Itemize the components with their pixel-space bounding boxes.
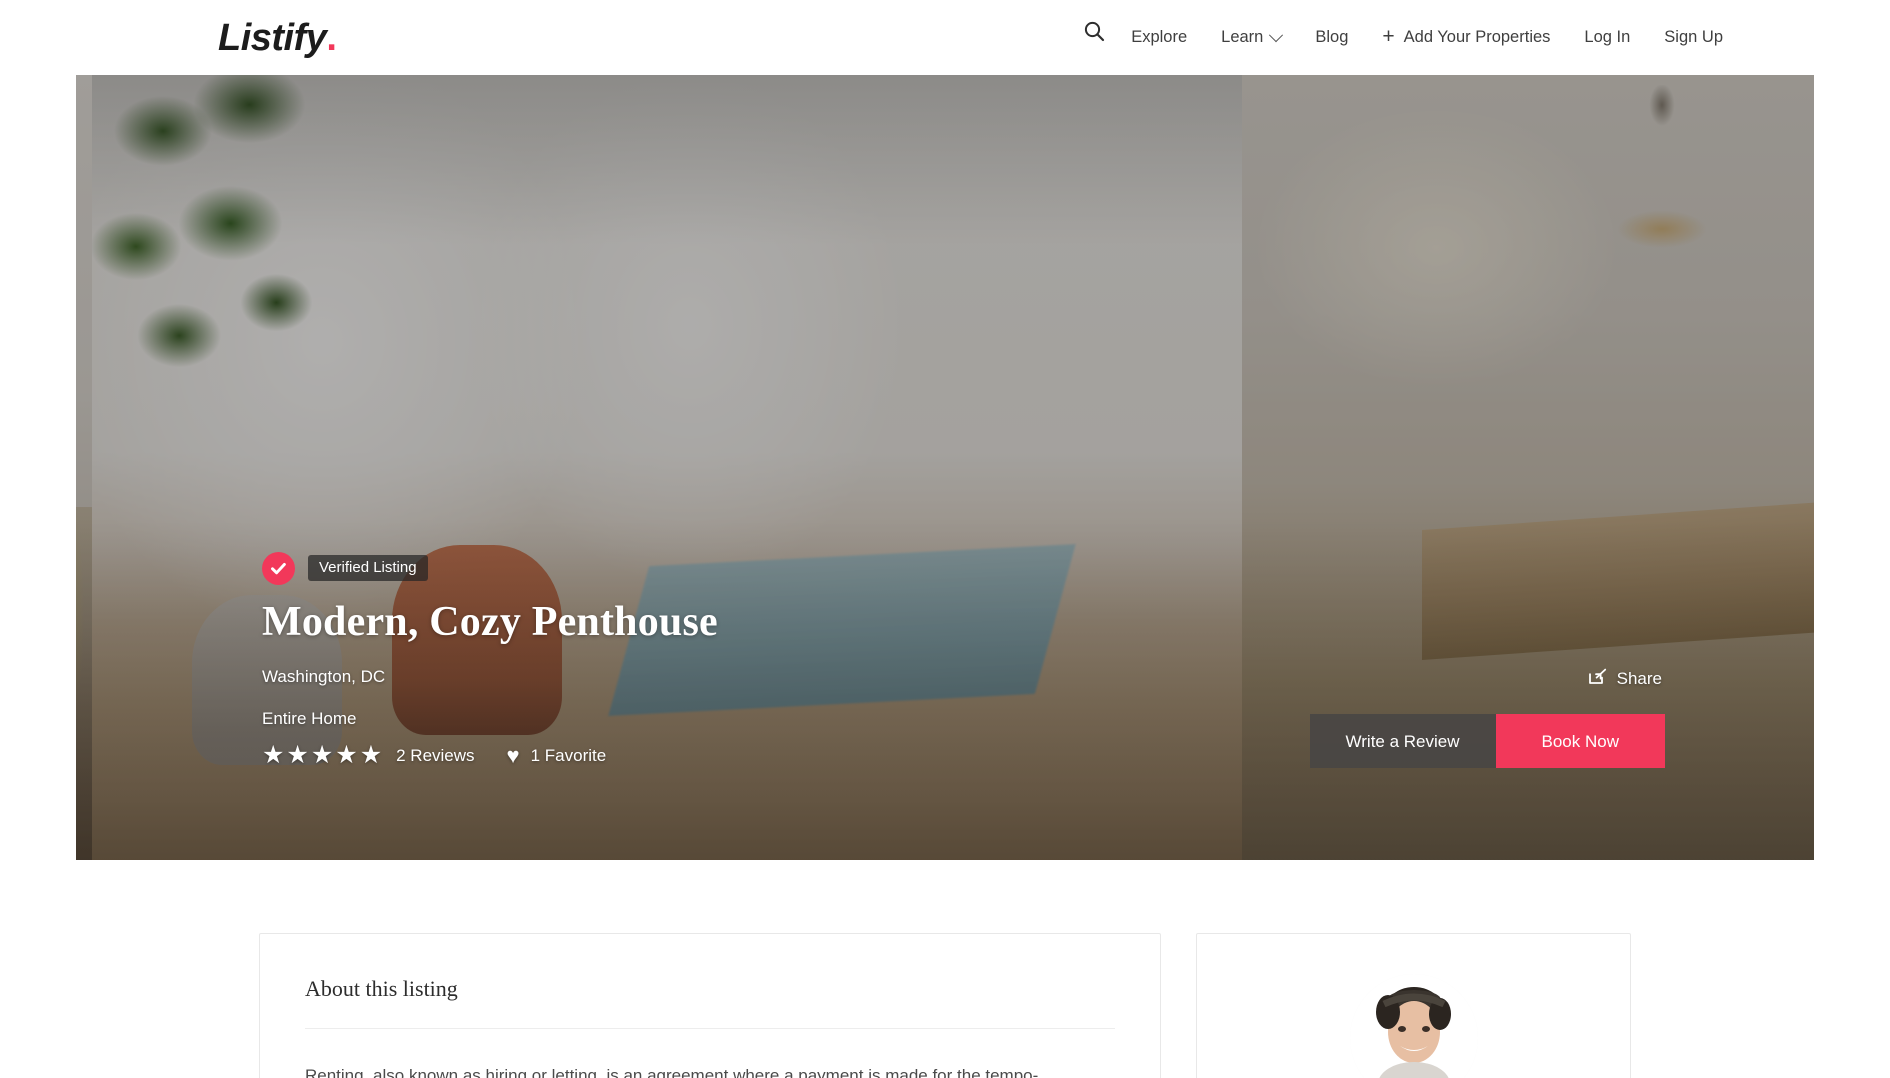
nav-item-blog[interactable]: Blog — [1298, 0, 1365, 75]
verified-listing-row: Verified Listing — [262, 551, 718, 585]
site-header: Listify. Explore Learn Blog + Add Your P… — [0, 0, 1890, 75]
about-listing-body: Renting, also known as hiring or letting… — [305, 1066, 1039, 1078]
search-icon — [1083, 0, 1105, 75]
reviews-count[interactable]: 2 Reviews — [396, 746, 474, 766]
share-label: Share — [1616, 669, 1662, 688]
verified-listing-badge: Verified Listing — [308, 555, 428, 582]
about-listing-title: About this listing — [305, 976, 1115, 1029]
nav-label-sign-up: Sign Up — [1664, 28, 1723, 46]
nav-item-log-in[interactable]: Log In — [1567, 0, 1647, 75]
search-button[interactable] — [1074, 0, 1114, 75]
star-icon: ★ — [335, 741, 358, 769]
star-icon: ★ — [286, 741, 309, 769]
page-gutter-left — [0, 75, 76, 860]
share-icon — [1588, 668, 1607, 690]
nav-label-learn: Learn — [1221, 28, 1264, 46]
heart-icon: ♥ — [506, 742, 520, 768]
brand-name: Listify — [218, 16, 327, 59]
brand-logo[interactable]: Listify. — [218, 16, 337, 59]
star-rating: ★ ★ ★ ★ ★ — [262, 743, 382, 768]
listing-action-buttons: Write a Review Book Now — [1309, 714, 1665, 768]
page-gutter-right — [1814, 75, 1890, 860]
rating-row: ★ ★ ★ ★ ★ 2 Reviews ♥ 1 Favorite — [262, 743, 718, 768]
chevron-down-icon — [1269, 27, 1284, 42]
listing-title: Modern, Cozy Penthouse — [262, 598, 718, 645]
content-area: About this listing Renting, also known a… — [0, 860, 1890, 1078]
book-now-button[interactable]: Book Now — [1495, 714, 1665, 768]
nav-item-explore[interactable]: Explore — [1114, 0, 1204, 75]
star-icon: ★ — [262, 741, 285, 769]
listing-summary: Verified Listing Modern, Cozy Penthouse … — [262, 551, 718, 768]
nav-label-log-in: Log In — [1584, 28, 1631, 46]
star-icon: ★ — [310, 741, 334, 769]
share-button[interactable]: Share — [1588, 668, 1662, 690]
nav-label-blog: Blog — [1315, 28, 1349, 46]
hero-actions: Share Write a Review Book Now — [1309, 668, 1665, 768]
plus-icon: + — [1382, 25, 1395, 48]
nav-item-learn[interactable]: Learn — [1204, 0, 1298, 75]
nav-item-sign-up[interactable]: Sign Up — [1647, 0, 1740, 75]
main-navigation: Explore Learn Blog + Add Your Properties… — [1074, 0, 1740, 75]
write-a-review-button[interactable]: Write a Review — [1309, 714, 1496, 768]
nav-label-explore: Explore — [1131, 28, 1188, 46]
listing-type: Entire Home — [262, 709, 357, 728]
nav-item-add-your-properties[interactable]: + Add Your Properties — [1365, 0, 1567, 75]
avatar[interactable] — [1349, 974, 1478, 1078]
star-icon: ★ — [359, 741, 383, 769]
hero-gallery: Verified Listing Modern, Cozy Penthouse … — [0, 75, 1890, 860]
nav-label-add-your-properties: Add Your Properties — [1403, 28, 1551, 46]
favorites-group[interactable]: ♥ 1 Favorite — [506, 742, 607, 768]
favorites-count: 1 Favorite — [530, 745, 607, 765]
check-circle-icon — [262, 551, 295, 585]
about-listing-card: About this listing Renting, also known a… — [259, 933, 1161, 1078]
host-card — [1196, 933, 1631, 1078]
listing-location: Washington, DC — [262, 667, 386, 686]
brand-dot: . — [326, 16, 337, 59]
